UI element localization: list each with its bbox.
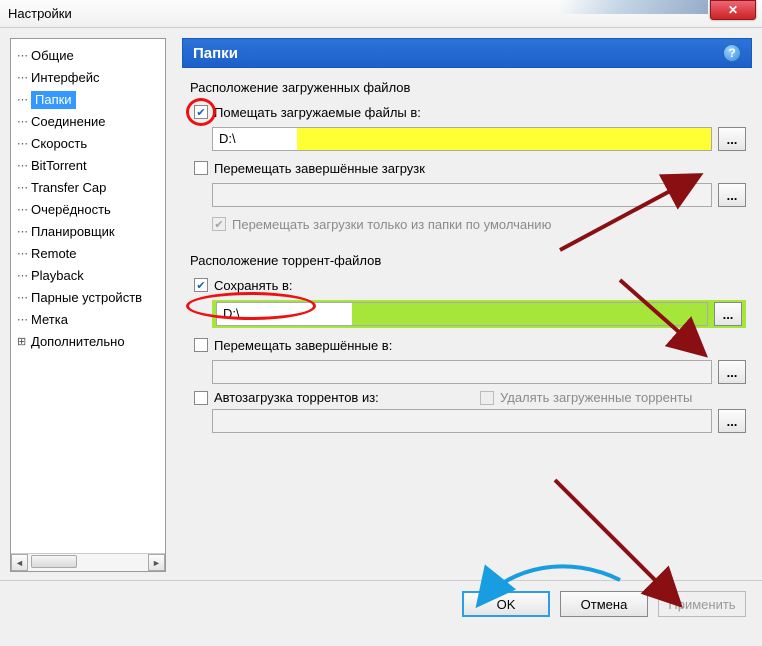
annotation-highlight-green bbox=[352, 303, 707, 325]
panel-main: Папки ? Расположение загруженных файлов … bbox=[182, 38, 752, 572]
title-decoration bbox=[558, 0, 708, 14]
browse-move-completed[interactable]: ... bbox=[718, 183, 746, 207]
row-move-completed: Перемещать завершённые загрузк bbox=[194, 157, 746, 179]
tree-item-general[interactable]: ⋯Общие bbox=[11, 45, 163, 67]
scroll-left-button[interactable]: ◄ bbox=[11, 554, 28, 571]
input-move-completed-path[interactable] bbox=[212, 183, 712, 207]
browse-autoload[interactable]: ... bbox=[718, 409, 746, 433]
row-move-completed-to-path: ... bbox=[212, 360, 746, 384]
dialog-body: ⋯Общие ⋯Интерфейс ⋯Папки ⋯Соединение ⋯Ск… bbox=[0, 28, 762, 580]
row-save-in-path: D:\ ... bbox=[212, 300, 746, 328]
apply-button[interactable]: Применить bbox=[658, 591, 746, 617]
checkbox-delete-loaded bbox=[480, 391, 494, 405]
checkbox-move-from-default: ✔ bbox=[212, 217, 226, 231]
cancel-button[interactable]: Отмена bbox=[560, 591, 648, 617]
checkbox-put-downloads[interactable]: ✔ bbox=[194, 105, 208, 119]
help-icon[interactable]: ? bbox=[723, 44, 741, 62]
checkbox-save-in[interactable]: ✔ bbox=[194, 278, 208, 292]
browse-put-downloads[interactable]: ... bbox=[718, 127, 746, 151]
tree-item-remote[interactable]: ⋯Remote bbox=[11, 243, 163, 265]
settings-tree: ⋯Общие ⋯Интерфейс ⋯Папки ⋯Соединение ⋯Ск… bbox=[10, 38, 166, 572]
tree-item-playback[interactable]: ⋯Playback bbox=[11, 265, 163, 287]
row-save-in: ✔ Сохранять в: bbox=[194, 274, 746, 296]
panel-title: Папки bbox=[193, 45, 238, 62]
label-move-completed: Перемещать завершённые загрузк bbox=[214, 161, 425, 176]
row-put-downloads: ✔ Помещать загружаемые файлы в: bbox=[194, 101, 746, 123]
tree-hscrollbar[interactable]: ◄ ► bbox=[11, 553, 165, 571]
row-move-completed-to: Перемещать завершённые в: bbox=[194, 334, 746, 356]
tree-item-bittorrent[interactable]: ⋯BitTorrent bbox=[11, 155, 163, 177]
tree-item-queue[interactable]: ⋯Очерёдность bbox=[11, 199, 163, 221]
browse-save-in[interactable]: ... bbox=[714, 302, 742, 326]
label-move-from-default: Перемещать загрузки только из папки по у… bbox=[232, 217, 551, 232]
input-save-in-path[interactable]: D:\ bbox=[216, 302, 708, 326]
tree-item-paired-devices[interactable]: ⋯Парные устройств bbox=[11, 287, 163, 309]
label-save-in: Сохранять в: bbox=[214, 278, 293, 293]
browse-move-completed-to[interactable]: ... bbox=[718, 360, 746, 384]
scroll-right-button[interactable]: ► bbox=[148, 554, 165, 571]
tree-item-speed[interactable]: ⋯Скорость bbox=[11, 133, 163, 155]
tree-list[interactable]: ⋯Общие ⋯Интерфейс ⋯Папки ⋯Соединение ⋯Ск… bbox=[11, 39, 165, 553]
row-move-from-default: ✔ Перемещать загрузки только из папки по… bbox=[212, 213, 746, 235]
window-close-button[interactable]: ✕ bbox=[710, 0, 756, 20]
tree-item-interface[interactable]: ⋯Интерфейс bbox=[11, 67, 163, 89]
tree-item-transfer-cap[interactable]: ⋯Transfer Cap bbox=[11, 177, 163, 199]
tree-item-label[interactable]: ⋯Метка bbox=[11, 309, 163, 331]
ok-button[interactable]: OK bbox=[462, 591, 550, 617]
input-put-downloads-path[interactable]: D:\ bbox=[212, 127, 712, 151]
row-put-downloads-path: D:\ ... bbox=[212, 127, 746, 151]
scroll-thumb[interactable] bbox=[31, 555, 77, 568]
label-move-completed-to: Перемещать завершённые в: bbox=[214, 338, 392, 353]
panel-header: Папки ? bbox=[182, 38, 752, 68]
arrow-left-icon: ◄ bbox=[15, 558, 24, 568]
group-torrent-files-title: Расположение торрент-файлов bbox=[190, 253, 746, 268]
label-delete-loaded: Удалять загруженные торренты bbox=[500, 390, 692, 405]
annotation-highlight-yellow bbox=[297, 128, 711, 150]
tree-item-scheduler[interactable]: ⋯Планировщик bbox=[11, 221, 163, 243]
row-autoload: Автозагрузка торрентов из: Удалять загру… bbox=[194, 390, 746, 405]
label-autoload: Автозагрузка торрентов из: bbox=[214, 390, 379, 405]
group-downloaded-files-title: Расположение загруженных файлов bbox=[190, 80, 746, 95]
tree-item-advanced[interactable]: ⊞Дополнительно bbox=[11, 331, 163, 353]
arrow-right-icon: ► bbox=[152, 558, 161, 568]
input-move-completed-to-path[interactable] bbox=[212, 360, 712, 384]
row-move-completed-path: ... bbox=[212, 183, 746, 207]
input-autoload-path[interactable] bbox=[212, 409, 712, 433]
tree-item-folders[interactable]: ⋯Папки bbox=[11, 89, 163, 111]
checkbox-move-completed-to[interactable] bbox=[194, 338, 208, 352]
checkbox-move-completed[interactable] bbox=[194, 161, 208, 175]
checkbox-autoload[interactable] bbox=[194, 391, 208, 405]
label-put-downloads: Помещать загружаемые файлы в: bbox=[214, 105, 421, 120]
window-title: Настройки bbox=[8, 6, 72, 21]
scroll-track[interactable] bbox=[28, 554, 148, 571]
row-autoload-path: ... bbox=[212, 409, 746, 433]
dialog-footer: OK Отмена Применить bbox=[0, 580, 762, 633]
tree-item-connection[interactable]: ⋯Соединение bbox=[11, 111, 163, 133]
titlebar: Настройки ✕ bbox=[0, 0, 762, 28]
close-icon: ✕ bbox=[728, 3, 738, 17]
panel-content: Расположение загруженных файлов ✔ Помеща… bbox=[182, 68, 752, 572]
